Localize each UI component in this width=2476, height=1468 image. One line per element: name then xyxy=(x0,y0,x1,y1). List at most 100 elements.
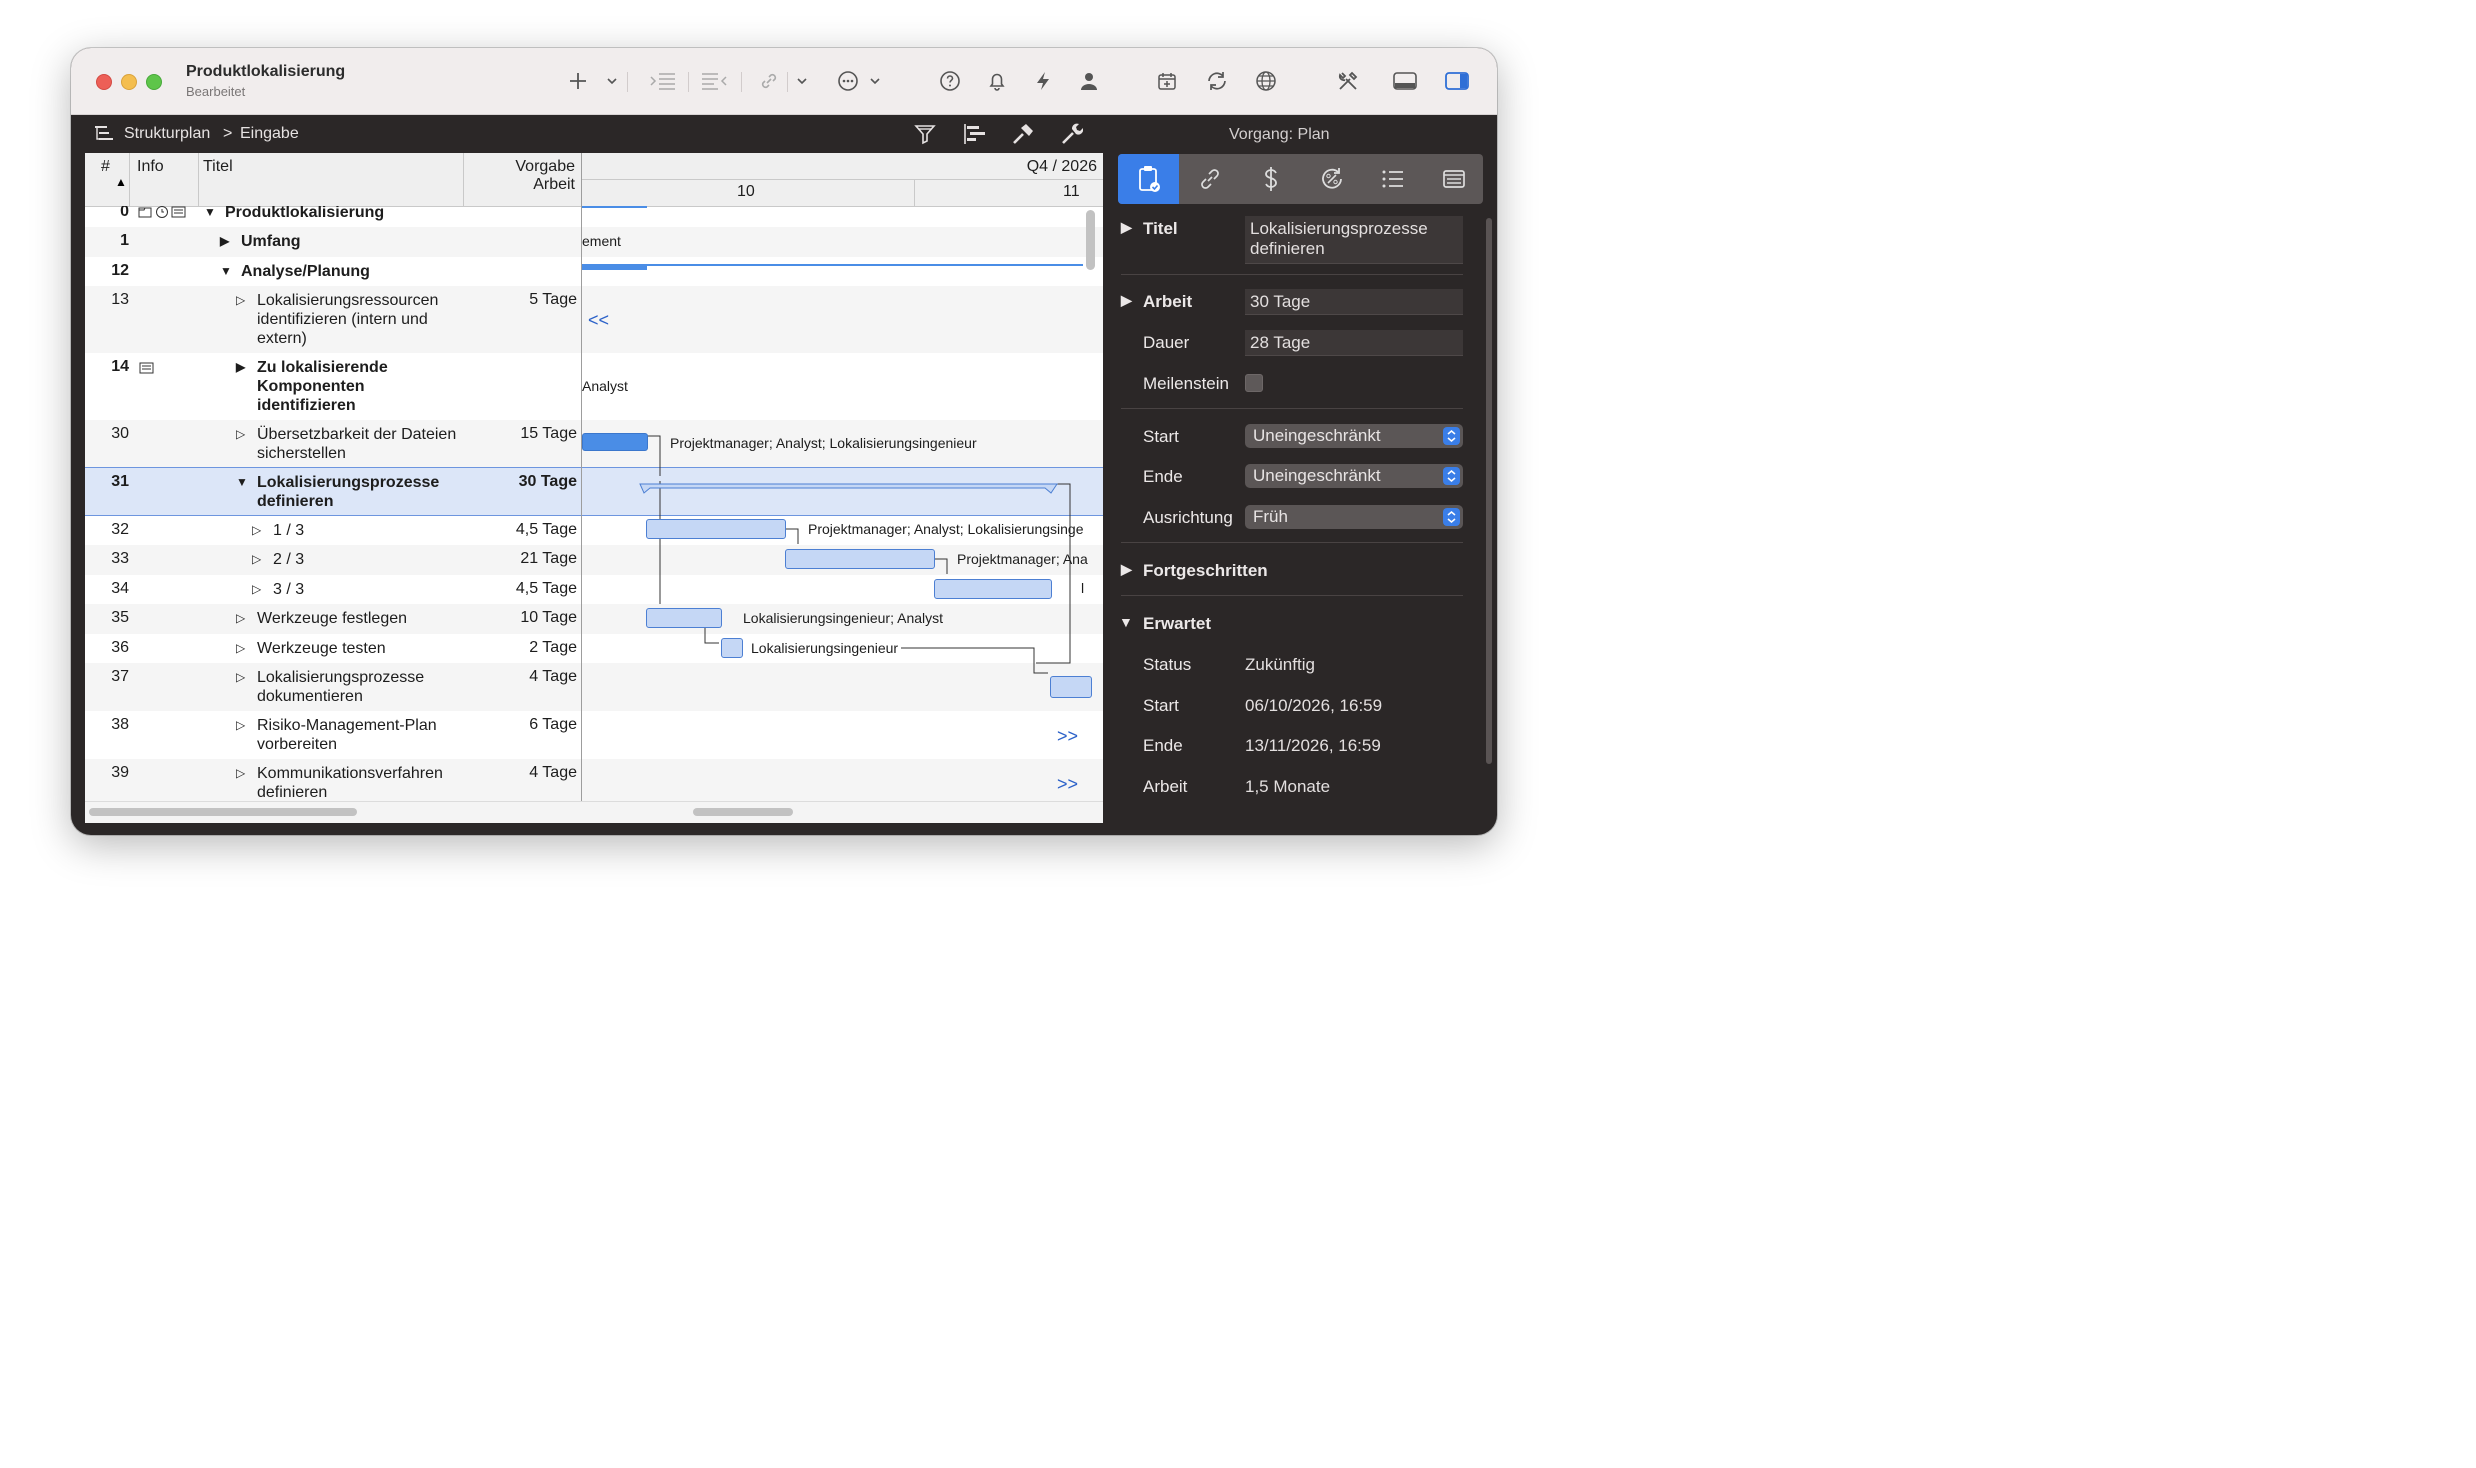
ausrichtung-value: Früh xyxy=(1253,507,1288,526)
outline-horizontal-scrollbar[interactable] xyxy=(89,808,357,816)
outline-header: # ▲ Info Titel Vorgabe Arbeit Q4 / 2026 … xyxy=(85,153,1103,207)
horizontal-scrollbars xyxy=(85,801,1103,823)
inspector-heading-label: Vorgang: xyxy=(1229,126,1294,143)
disclosure-triangle-collapsed[interactable]: ▶ xyxy=(1121,561,1132,578)
toggle-bottom-panel-button[interactable] xyxy=(1391,65,1419,97)
titel-field[interactable]: Lokalisierungsprozesse definieren xyxy=(1245,216,1463,264)
tab-dependencies[interactable] xyxy=(1179,154,1240,204)
column-header-title[interactable]: Titel xyxy=(203,158,233,176)
gantt-bar-37[interactable] xyxy=(1050,676,1092,698)
outline-rows: 0 ▼ Produktlokalisierung 1 ▶ Umfang 12 ▼… xyxy=(85,206,1103,802)
clipboard-icon xyxy=(1138,166,1160,192)
erwartet-label[interactable]: Erwartet xyxy=(1143,614,1211,634)
gantt-label: Lokalisierungsingenieur xyxy=(751,640,901,656)
disclosure-triangle-collapsed[interactable]: ▶ xyxy=(1121,219,1132,236)
gantt-label: Lokalisierungsingenieur; Analyst xyxy=(743,610,944,626)
chevron-down-icon xyxy=(607,78,617,85)
actions-button[interactable] xyxy=(1030,65,1056,97)
dollar-icon xyxy=(1264,167,1277,191)
scroll-to-bar-left-icon[interactable]: << xyxy=(588,310,609,331)
indent-button[interactable] xyxy=(648,65,678,97)
ausrichtung-label: Ausrichtung xyxy=(1143,508,1233,527)
more-button[interactable] xyxy=(836,65,860,97)
gantt-bar-33[interactable] xyxy=(785,549,935,569)
scroll-to-bar-right-icon[interactable]: >> xyxy=(1057,726,1078,747)
scroll-to-bar-right-icon[interactable]: >> xyxy=(1057,774,1078,795)
add-calendar-icon xyxy=(1158,73,1176,90)
chevron-updown-icon xyxy=(1443,427,1460,445)
gantt-horizontal-scrollbar[interactable] xyxy=(693,808,793,816)
fortgeschritten-label[interactable]: Fortgeschritten xyxy=(1143,561,1268,581)
link-menu-button[interactable] xyxy=(794,65,810,97)
minimize-window-button[interactable] xyxy=(121,74,137,90)
tab-costs[interactable] xyxy=(1240,154,1301,204)
meilenstein-checkbox[interactable] xyxy=(1245,374,1263,392)
breadcrumb-separator: > xyxy=(223,125,233,142)
gantt-label: l xyxy=(1081,580,1085,596)
tab-notes[interactable] xyxy=(1423,154,1483,204)
gantt-label: Projektmanager; Analyst; Lokalisierungsi… xyxy=(808,521,1084,537)
timescale-week-10: 10 xyxy=(737,183,755,200)
customize-button[interactable] xyxy=(1334,65,1362,97)
globe-button[interactable] xyxy=(1253,65,1279,97)
dauer-field[interactable]: 28 Tage xyxy=(1245,330,1463,356)
column-header-info[interactable]: Info xyxy=(137,158,164,176)
help-button[interactable] xyxy=(937,65,963,97)
tab-task-info[interactable] xyxy=(1118,154,1179,204)
chevron-updown-icon xyxy=(1443,467,1460,485)
outline-gantt-pane: # ▲ Info Titel Vorgabe Arbeit Q4 / 2026 … xyxy=(85,153,1103,823)
disclosure-triangle-expanded[interactable]: ▼ xyxy=(1119,614,1133,630)
help-icon xyxy=(940,71,960,91)
gantt-vertical-scrollbar[interactable] xyxy=(1086,210,1095,270)
link-button[interactable] xyxy=(756,65,782,97)
column-header-work[interactable]: Vorgabe Arbeit xyxy=(467,158,575,194)
breadcrumb-leaf[interactable]: Eingabe xyxy=(240,125,299,143)
inspector-scrollbar[interactable] xyxy=(1486,218,1492,764)
gantt-bars-icon xyxy=(964,124,985,144)
start-constraint-popup[interactable]: Uneingeschränkt xyxy=(1245,424,1463,448)
gantt-bar-35[interactable] xyxy=(646,608,722,628)
end-constraint-popup[interactable]: Uneingeschränkt xyxy=(1245,464,1463,488)
more-icon xyxy=(838,71,858,91)
notifications-button[interactable] xyxy=(984,65,1010,97)
filter-button[interactable] xyxy=(913,122,937,146)
close-window-button[interactable] xyxy=(96,74,112,90)
tab-progress[interactable] xyxy=(1301,154,1362,204)
refresh-button[interactable] xyxy=(1204,65,1230,97)
person-icon xyxy=(1081,73,1097,90)
settings-wrench-button[interactable] xyxy=(1059,122,1083,146)
add-calendar-button[interactable] xyxy=(1154,65,1180,97)
gantt-bar-30[interactable] xyxy=(582,433,648,451)
disclosure-triangle-collapsed[interactable]: ▶ xyxy=(1121,292,1132,309)
inspector-heading-value: Plan xyxy=(1297,126,1330,143)
filter-icon xyxy=(914,125,936,145)
bottom-panel-icon xyxy=(1393,72,1417,90)
resources-button[interactable] xyxy=(1076,65,1102,97)
zoom-window-button[interactable] xyxy=(146,74,162,90)
outdent-button[interactable] xyxy=(699,65,729,97)
column-header-number[interactable]: # xyxy=(101,158,110,176)
plus-icon xyxy=(570,73,586,89)
gantt-bar-36[interactable] xyxy=(721,638,743,658)
status-value: Zukünftig xyxy=(1245,655,1315,674)
outline-view-icon xyxy=(93,122,117,146)
gantt-bar-34[interactable] xyxy=(934,579,1052,599)
breadcrumb-root[interactable]: Strukturplan xyxy=(124,125,210,143)
bell-icon xyxy=(989,73,1005,91)
more-menu-button[interactable] xyxy=(867,65,883,97)
tab-resources-list[interactable] xyxy=(1362,154,1423,204)
gantt-bar-32[interactable] xyxy=(646,519,786,539)
toggle-inspector-button[interactable] xyxy=(1443,65,1471,97)
ausrichtung-popup[interactable]: Früh xyxy=(1245,505,1463,529)
leveling-button[interactable] xyxy=(1011,122,1035,146)
arbeit-field[interactable]: 30 Tage xyxy=(1245,289,1463,315)
outdent-icon xyxy=(702,73,727,90)
link-icon xyxy=(761,73,777,89)
notes-icon xyxy=(1442,170,1465,188)
timescale-quarter: Q4 / 2026 xyxy=(1026,158,1097,175)
add-task-menu-button[interactable] xyxy=(604,65,620,97)
sort-ascending-icon: ▲ xyxy=(115,175,127,189)
gantt-columns-button[interactable] xyxy=(963,122,987,146)
add-task-button[interactable] xyxy=(565,65,591,97)
sidebar-icon xyxy=(1445,72,1469,90)
